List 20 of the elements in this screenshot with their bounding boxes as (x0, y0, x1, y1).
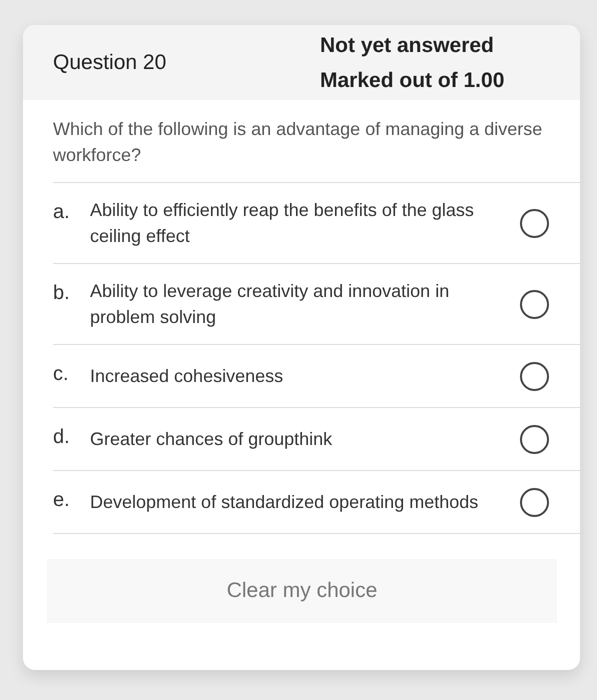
radio-button[interactable] (520, 208, 549, 238)
question-title: Question 20 (53, 50, 166, 76)
radio-button[interactable] (520, 424, 549, 454)
marks-label: Marked out of 1.00 (320, 68, 506, 94)
radio-button[interactable] (520, 488, 549, 516)
option-label[interactable]: Greater chances of groupthink (90, 426, 500, 452)
option-letter: b. (53, 281, 71, 306)
option-letter: d. (53, 425, 71, 450)
option-letter: c. (53, 362, 70, 387)
option-label[interactable]: Ability to leverage creativity and innovation in problem solving (90, 278, 500, 330)
radio-button[interactable] (520, 290, 549, 318)
answer-status: Not yet answered (320, 32, 495, 58)
option-letter: e. (53, 488, 71, 513)
question-text: Which of the following is an advantage of managing a diverse workforce? (52, 118, 544, 167)
option-letter: a. (53, 200, 71, 225)
radio-button[interactable] (520, 362, 549, 390)
clear-choice-button[interactable]: Clear my choice (47, 559, 557, 623)
option-label[interactable]: Ability to efficiently reap the benefits of the glass ceiling effect (90, 197, 500, 249)
option-label[interactable]: Development of standardized operating methods (90, 489, 500, 515)
option-label[interactable]: Increased cohesiveness (90, 363, 500, 389)
